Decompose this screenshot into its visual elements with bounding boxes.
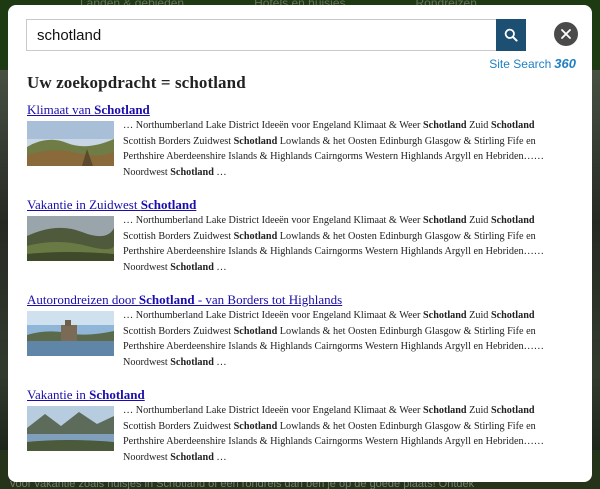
brand-label: Site Search: [489, 56, 552, 71]
results-list: Klimaat van Schotland … Northumberland L…: [27, 102, 577, 482]
result-item: Vakantie in Zuidwest Schotland … Northum…: [27, 197, 577, 292]
search-input[interactable]: [26, 19, 496, 51]
result-snippet: … Northumberland Lake District Ideeën vo…: [123, 215, 544, 273]
result-snippet: … Northumberland Lake District Ideeën vo…: [123, 405, 544, 463]
search-button[interactable]: [496, 19, 526, 51]
result-thumbnail[interactable]: [27, 311, 114, 356]
result-snippet: … Northumberland Lake District Ideeën vo…: [123, 120, 544, 178]
search-bar: [26, 19, 526, 51]
result-item: Klimaat van Schotland … Northumberland L…: [27, 102, 577, 197]
result-thumbnail[interactable]: [27, 121, 114, 166]
results-heading: Uw zoekopdracht = schotland: [27, 73, 246, 92]
result-title-link[interactable]: Klimaat van Schotland: [27, 102, 577, 118]
result-title-link[interactable]: Autorondreizen door Schotland - van Bord…: [27, 292, 577, 308]
result-thumbnail[interactable]: [27, 216, 114, 261]
result-item: Autorondreizen door Schotland - van Bord…: [27, 292, 577, 387]
result-title-link[interactable]: Vakantie in Zuidwest Schotland: [27, 197, 577, 213]
site-search-branding[interactable]: Site Search 360: [489, 56, 576, 71]
search-icon: [504, 28, 518, 42]
search-modal: Site Search 360 Uw zoekopdracht = schotl…: [8, 5, 592, 482]
close-icon: [561, 29, 571, 39]
result-title-link[interactable]: Vakantie in Schotland: [27, 387, 577, 403]
close-button[interactable]: [554, 22, 578, 46]
result-item: Vakantie in Schotland … Northumberland L…: [27, 387, 577, 482]
result-snippet: … Northumberland Lake District Ideeën vo…: [123, 310, 544, 368]
brand-logo: 360: [554, 56, 576, 71]
result-thumbnail[interactable]: [27, 406, 114, 451]
